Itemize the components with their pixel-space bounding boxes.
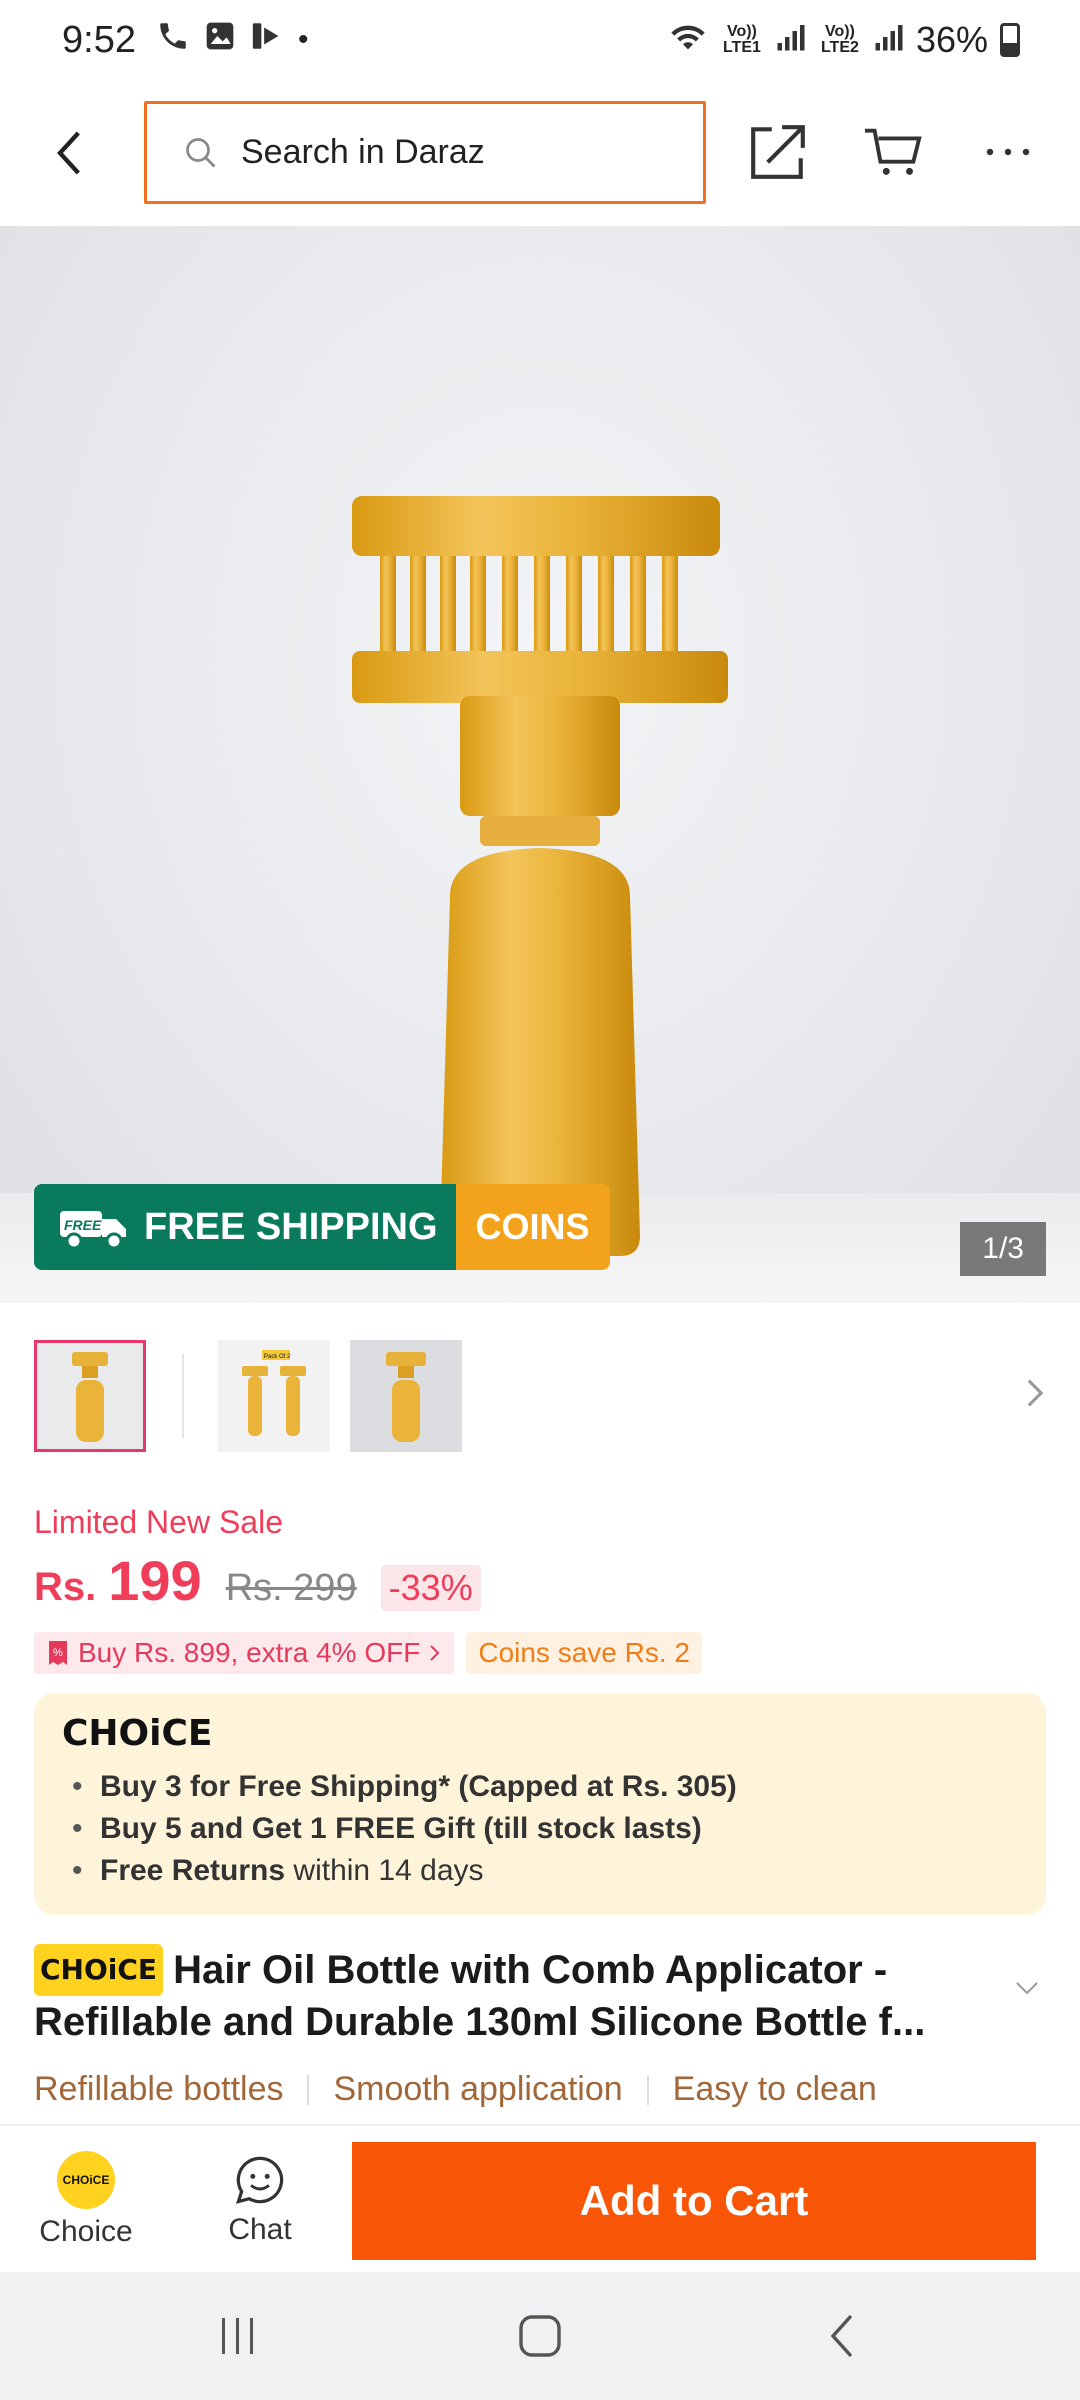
sale-label: Limited New Sale [34,1504,283,1540]
price-value: 199 [108,1549,202,1612]
search-bar[interactable] [144,101,706,204]
chat-button[interactable]: Chat [204,2126,316,2274]
feature-tag: Refillable bottles [34,2070,284,2108]
share-button[interactable] [736,110,820,194]
chat-label: Chat [228,2213,292,2246]
add-to-cart-button[interactable]: Add to Cart [352,2142,1036,2260]
truck-icon: FREE [60,1211,126,1250]
chevron-left-icon [57,131,80,175]
expand-title-button[interactable] [1014,1980,1040,2001]
home-icon [519,2315,561,2357]
sim1-label: Vo)) LTE1 [722,23,761,56]
free-shipping-banner: FREE FREE SHIPPING COINS [34,1184,610,1270]
svg-text:%: % [53,1647,63,1659]
product-image-gallery[interactable]: FREE FREE SHIPPING COINS 1/3 [0,226,1080,1303]
phone-icon [156,19,190,62]
feature-tag: Smooth application [333,2070,623,2108]
thumbnail-2[interactable]: Pack Of 2 [218,1340,330,1452]
choice-benefits-box: CHOiCE Buy 3 for Free Shipping* (Capped … [34,1693,1046,1915]
choice-icon: CHOiCE [57,2151,115,2209]
more-button[interactable] [966,110,1050,194]
home-button[interactable] [508,2304,572,2368]
thumbnail-1[interactable] [34,1340,146,1452]
wifi-icon [668,19,708,62]
status-time: 9:52 [62,18,136,61]
choice-logo: CHOiCE [62,1713,213,1754]
status-bar: 9:52 • Vo)) LTE1 Vo)) LTE2 36% [0,0,1080,80]
discount-badge: -33% [380,1565,481,1611]
dot-icon: • [297,23,309,56]
original-price: Rs. 299 [225,1567,357,1609]
free-tag: FREE [64,1217,102,1233]
chat-icon [235,2156,284,2204]
chevron-down-icon [1016,1982,1038,1995]
signal2-icon [874,19,904,61]
chevron-right-icon [1027,1379,1044,1407]
promo-text: Buy Rs. 899, extra 4% OFF [78,1637,421,1668]
notification-icons: • [156,19,309,62]
product-title[interactable]: CHOiCE Hair Oil Bottle with Comb Applicat… [34,1944,994,2048]
thumbnail-pack-badge: Pack Of 2 [264,1354,291,1360]
cart-button[interactable] [852,110,936,194]
promo-row: % Buy Rs. 899, extra 4% OFF Coins save R… [34,1632,702,1674]
signal1-icon [776,19,806,61]
top-header [0,80,1080,226]
back-icon [830,2314,853,2358]
benefit-item: Free Returns within 14 days [62,1850,1018,1892]
chevron-right-icon [430,1645,440,1661]
thumbnail-divider [182,1354,184,1438]
gallery-icon [204,19,236,61]
free-shipping-label: FREE FREE SHIPPING [34,1184,456,1270]
status-right: Vo)) LTE1 Vo)) LTE2 36% [668,19,1020,62]
choice-label: Choice [39,2215,133,2248]
system-nav-bar [0,2272,1080,2400]
battery-text: 36% [915,19,988,60]
thumbnail-strip: Pack Of 2 [0,1340,1080,1462]
cast-icon [250,19,284,62]
coins-label: COINS [455,1184,610,1270]
free-shipping-text: FREE SHIPPING [144,1205,438,1248]
battery-icon [1000,23,1020,57]
recents-button[interactable] [206,2304,270,2368]
sim2-label: Vo)) LTE2 [820,23,859,56]
choice-badge: CHOiCE [34,1944,164,1996]
system-back-button[interactable] [810,2304,874,2368]
benefits-list: Buy 3 for Free Shipping* (Capped at Rs. … [62,1766,1018,1892]
thumbnail-3[interactable] [350,1340,462,1452]
more-icon [986,148,1030,156]
thumbnail-next-button[interactable] [1024,1376,1046,1415]
price-row: Rs. 199 Rs. 299 -33% [34,1548,481,1613]
search-icon [186,137,216,167]
promo-chip[interactable]: % Buy Rs. 899, extra 4% OFF [34,1632,455,1674]
choice-button[interactable]: CHOiCE Choice [30,2126,142,2274]
feature-divider [646,2074,649,2105]
feature-tags: Refillable bottles Smooth application Ea… [34,2070,877,2109]
product-image [352,496,728,1256]
benefit-item: Buy 3 for Free Shipping* (Capped at Rs. … [62,1766,1018,1808]
image-counter: 1/3 [960,1222,1046,1276]
search-input[interactable] [241,133,641,172]
bottom-action-bar: CHOiCE Choice Chat Add to Cart [0,2124,1080,2272]
feature-divider [307,2074,310,2105]
back-button[interactable] [0,80,140,226]
price-currency: Rs. [34,1565,97,1609]
coins-chip: Coins save Rs. 2 [466,1632,702,1674]
recents-icon [222,2318,253,2354]
voucher-icon: % [49,1641,67,1665]
cart-icon [864,128,922,175]
benefit-item: Buy 5 and Get 1 FREE Gift (till stock la… [62,1808,1018,1850]
product-title-text: Hair Oil Bottle with Comb Applicator - R… [34,1948,926,2044]
feature-tag: Easy to clean [672,2070,877,2108]
share-icon [751,125,805,179]
